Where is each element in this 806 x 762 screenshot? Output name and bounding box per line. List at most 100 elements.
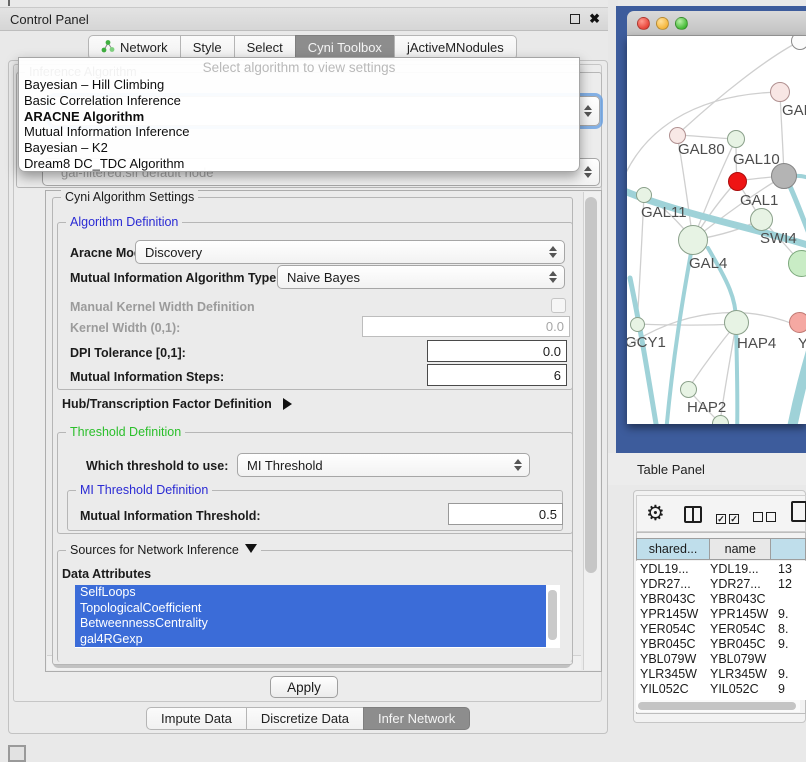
network-node-salmon[interactable] [789, 312, 806, 333]
node-label: GAL4 [689, 255, 727, 272]
dropdown-item-aracne[interactable]: ARACNE Algorithm [19, 109, 579, 125]
table-panel-header: Table Panel [608, 453, 806, 485]
collapsed-arrow-icon [283, 398, 292, 410]
network-node-unlabeled-top[interactable] [791, 36, 806, 50]
table-row[interactable]: YIL052CYIL052C9 [636, 681, 806, 696]
table-cell: YPR145W [708, 607, 774, 621]
which-threshold-combo[interactable]: MI Threshold [237, 453, 530, 477]
network-node-hap4[interactable] [724, 310, 749, 335]
table-row[interactable]: YDL19...YDL19...13 [636, 561, 806, 576]
kernel-width-field[interactable]: 0.0 [362, 316, 570, 337]
kernel-width-label: Kernel Width (0,1): [70, 321, 180, 335]
table-cell: 9. [774, 667, 806, 681]
tab-impute-data[interactable]: Impute Data [146, 707, 247, 730]
cyni-bottom-tabbar: Impute Data Discretize Data Infer Networ… [146, 707, 470, 730]
table-row[interactable]: YBR045CYBR045C9. [636, 636, 806, 651]
table-cell: YBR045C [708, 637, 774, 651]
dropdown-item-bayesian-hill-climbing[interactable]: Bayesian – Hill Climbing [19, 77, 579, 93]
network-node-gal10[interactable] [727, 130, 745, 148]
column-header-shared-name[interactable]: shared... [637, 539, 710, 559]
hub-definition-toggle[interactable]: Hub/Transcription Factor Definition [62, 397, 292, 411]
table-cell: YPR145W [636, 607, 708, 621]
table-horizontal-scrollbar-thumb[interactable] [638, 702, 796, 710]
network-node-hap2[interactable] [680, 381, 697, 398]
table-header-row: shared... name [636, 538, 806, 560]
tab-discretize-data-label: Discretize Data [261, 711, 349, 726]
table-cell: YIL052C [708, 682, 774, 696]
attributes-list-scrollbar-thumb[interactable] [548, 590, 557, 640]
table-cell: YBR045C [636, 637, 708, 651]
mi-type-combo[interactable]: Naive Bayes [277, 265, 565, 289]
select-all-checkbox-icon[interactable]: ✓✓ [716, 509, 742, 527]
algorithm-definition-title: Algorithm Definition [66, 215, 182, 229]
function-builder-icon[interactable] [791, 501, 806, 522]
expanded-arrow-icon [245, 544, 257, 553]
dropdown-item-basic-correlation[interactable]: Basic Correlation Inference [19, 93, 579, 109]
table-row[interactable]: YBR043CYBR043C [636, 591, 806, 606]
kernel-width-value: 0.0 [546, 319, 564, 334]
tab-discretize-data[interactable]: Discretize Data [246, 707, 364, 730]
network-node-gal4[interactable] [678, 225, 708, 255]
table-row[interactable]: YBL079WYBL079W [636, 651, 806, 666]
float-panel-icon[interactable] [570, 14, 580, 24]
table-cell: 9 [774, 682, 806, 696]
network-node-gcy1[interactable] [630, 317, 645, 332]
list-item-betweennesscentrality[interactable]: BetweennessCentrality [75, 616, 546, 632]
combo-spinner-icon [549, 271, 557, 283]
table-row[interactable]: YER054CYER054C8. [636, 621, 806, 636]
close-panel-icon[interactable]: ✖ [589, 14, 600, 24]
threshold-definition-title: Threshold Definition [66, 425, 185, 439]
network-window-titlebar[interactable] [627, 11, 806, 36]
column-layout-icon[interactable] [684, 506, 702, 523]
node-label: GAL80 [678, 141, 725, 158]
manual-kernel-label: Manual Kernel Width Definition [70, 300, 255, 314]
tab-select-label: Select [247, 40, 283, 55]
dropdown-item-mutual-information[interactable]: Mutual Information Inference [19, 124, 579, 140]
combo-spinner-icon [514, 459, 522, 471]
aracne-mode-combo[interactable]: Discovery [135, 240, 565, 264]
combo-spinner-icon [549, 246, 557, 258]
tab-infer-network-label: Infer Network [378, 711, 455, 726]
dropdown-item-dream8[interactable]: Dream8 DC_TDC Algorithm [19, 156, 579, 172]
manual-kernel-checkbox[interactable] [551, 298, 566, 313]
list-item-gal4rgexp[interactable]: gal4RGexp [75, 632, 546, 648]
table-cell: YLR345W [636, 667, 708, 681]
dropdown-item-bayesian-k2[interactable]: Bayesian – K2 [19, 140, 579, 156]
mi-steps-field[interactable]: 6 [427, 364, 567, 386]
tab-network-label: Network [120, 40, 168, 55]
tab-infer-network[interactable]: Infer Network [363, 707, 470, 730]
table-cell: 8. [774, 622, 806, 636]
window-zoom-button[interactable] [675, 17, 688, 30]
sources-group-title[interactable]: Sources for Network Inference [66, 543, 261, 557]
list-item-topologicalcoefficient[interactable]: TopologicalCoefficient [75, 601, 546, 617]
network-node-red[interactable] [728, 172, 747, 191]
dpi-tolerance-field[interactable]: 0.0 [427, 340, 567, 362]
mi-threshold-field[interactable]: 0.5 [448, 503, 563, 525]
network-node-gray[interactable] [771, 163, 797, 189]
network-canvas[interactable]: GAL GAL80 GAL10 GAL1 GAL11 GAL4 SWI4 GCY… [627, 36, 806, 424]
deselect-all-checkbox-icon[interactable] [753, 509, 779, 527]
mi-type-value: Naive Bayes [287, 270, 360, 285]
window-minimize-button[interactable] [656, 17, 669, 30]
window-close-button[interactable] [637, 17, 650, 30]
list-item-selfloops[interactable]: SelfLoops [75, 585, 546, 601]
network-node-gal1[interactable] [750, 208, 773, 231]
column-header-name[interactable]: name [710, 539, 771, 559]
table-row[interactable]: YDR27...YDR27...12 [636, 576, 806, 591]
table-cell: 13 [774, 562, 806, 576]
network-node-gal-top[interactable] [770, 82, 790, 102]
network-node-gal11[interactable] [636, 187, 652, 203]
cropped-tool-icon[interactable] [8, 745, 26, 762]
table-row[interactable]: YPR145WYPR145W9. [636, 606, 806, 621]
tab-jactivemnodules-label: jActiveMNodules [407, 40, 504, 55]
settings-vertical-scrollbar-thumb[interactable] [585, 197, 597, 573]
node-label: GAL10 [733, 151, 780, 168]
table-row[interactable]: YLR345WYLR345W9. [636, 666, 806, 681]
settings-gear-icon[interactable]: ⚙ [646, 501, 665, 526]
apply-button[interactable]: Apply [270, 676, 338, 698]
node-label: GAL [782, 102, 806, 119]
sources-title-text: Sources for Network Inference [70, 543, 239, 557]
mi-steps-value: 6 [554, 368, 561, 383]
mi-threshold-value: 0.5 [539, 507, 557, 522]
column-header-cropped[interactable] [771, 539, 805, 559]
